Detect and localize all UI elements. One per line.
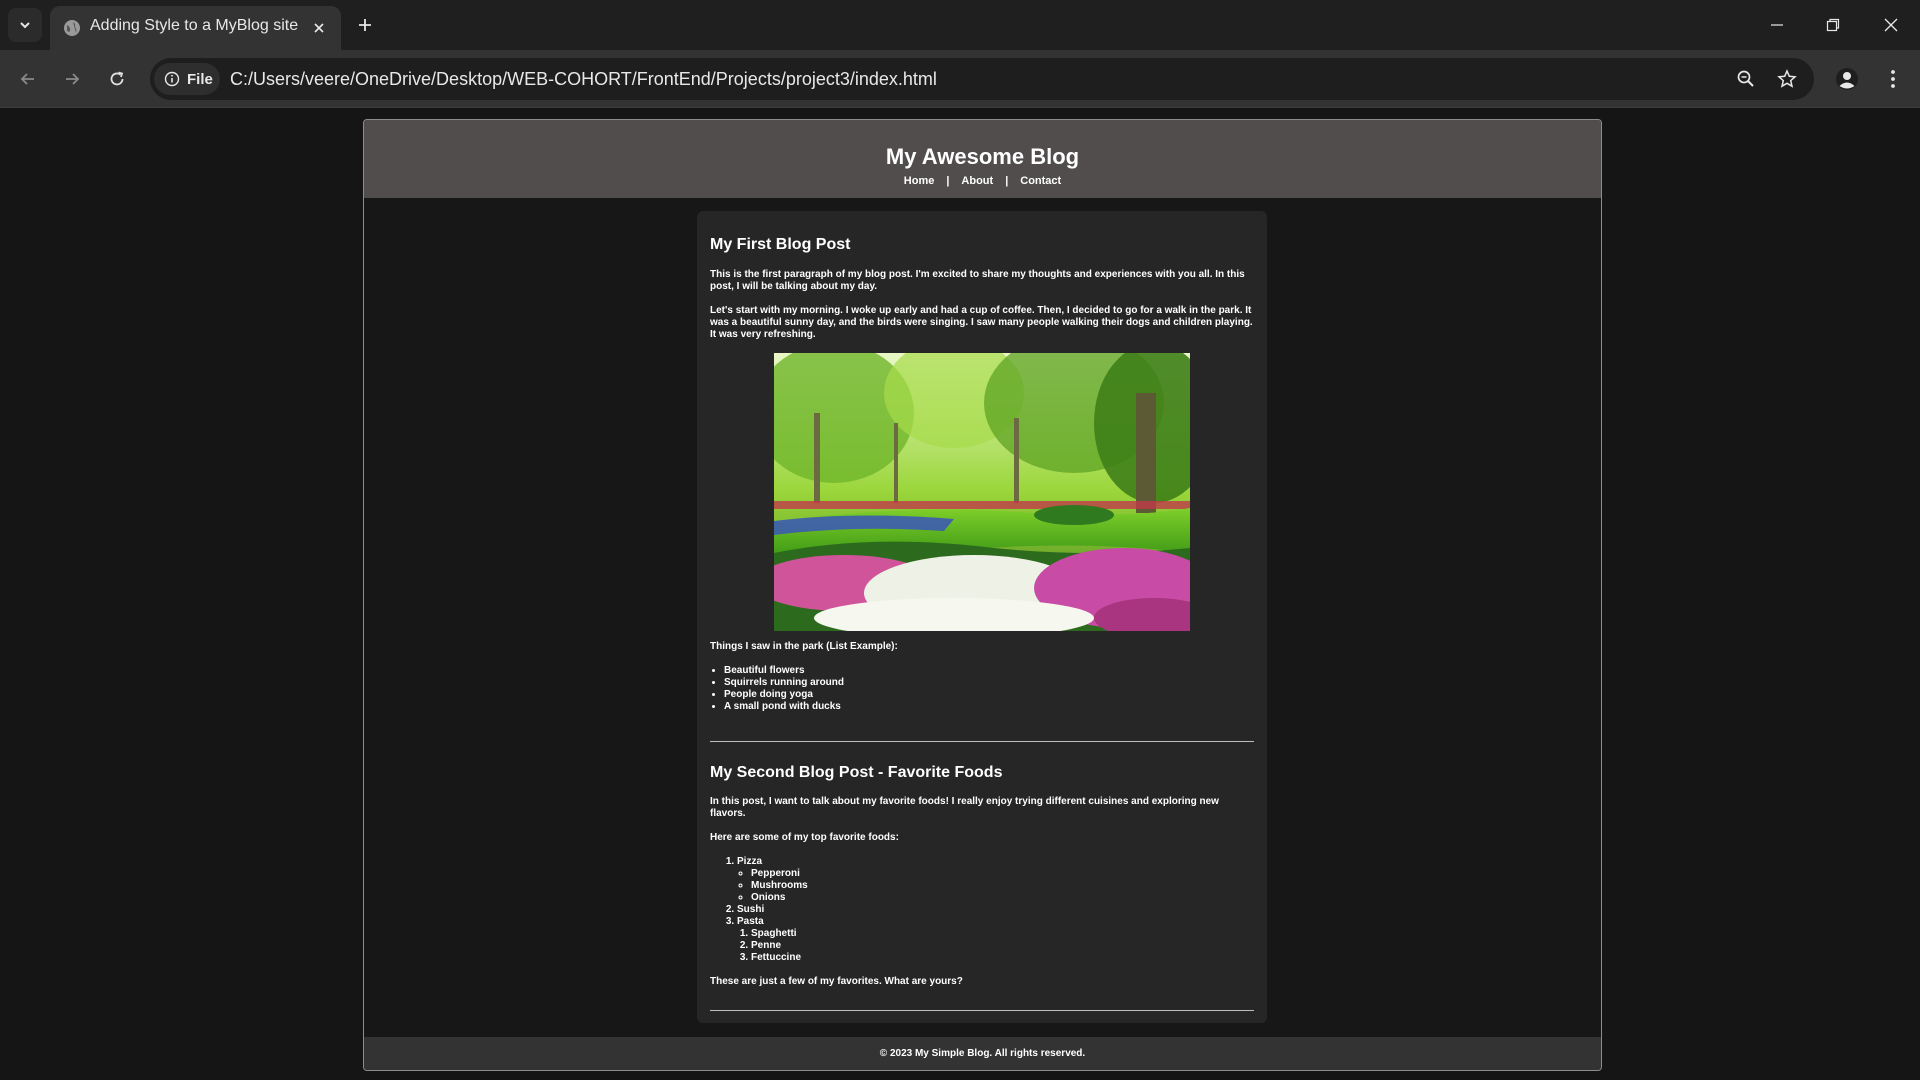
restore-button[interactable] — [1805, 0, 1861, 50]
post-closing: These are just a few of my favorites. Wh… — [710, 976, 963, 987]
list-item: Onions — [751, 892, 1254, 904]
blog-post-1: My First Blog Post This is the first par… — [710, 236, 1254, 713]
post-paragraph: Here are some of my top favorite foods: — [710, 832, 899, 843]
reload-icon — [110, 71, 124, 86]
menu-button[interactable] — [1877, 63, 1909, 95]
back-button[interactable] — [12, 63, 44, 95]
post-paragraph: Let's start with my morning. I woke up e… — [710, 305, 1253, 340]
list-item: Spaghetti — [751, 928, 1254, 940]
minimize-icon — [1771, 24, 1783, 26]
chip-label: File — [187, 70, 213, 88]
address-bar[interactable]: File C:/Users/veere/OneDrive/Desktop/WEB… — [150, 58, 1814, 100]
post-divider — [710, 1010, 1254, 1011]
reload-button[interactable] — [101, 63, 133, 95]
site-info-chip[interactable]: File — [154, 63, 220, 95]
post-paragraph: This is the first paragraph of my blog p… — [710, 269, 1245, 292]
post-divider — [710, 741, 1254, 742]
food-name: Pasta — [737, 916, 764, 927]
close-window-button[interactable] — [1863, 0, 1919, 50]
forward-button[interactable] — [56, 63, 88, 95]
blog-container: My Awesome Blog Home | About | Contact My Fi… — [363, 119, 1602, 1071]
nav-link-contact[interactable]: Contact — [1020, 175, 1061, 187]
favorite-foods-list: Pizza Pepperoni Mushrooms Onions Sushi P… — [710, 856, 1254, 964]
bookmark-button[interactable] — [1773, 65, 1801, 93]
minimize-button[interactable] — [1749, 0, 1805, 50]
list-item: People doing yoga — [724, 689, 1254, 701]
blog-post-2: My Second Blog Post - Favorite Foods In … — [710, 764, 1254, 988]
chevron-down-icon — [20, 22, 30, 29]
more-vertical-icon — [1891, 70, 1895, 88]
site-title: My Awesome Blog — [885, 144, 1080, 169]
park-image — [774, 353, 1190, 631]
list-intro: Things I saw in the park (List Example): — [710, 641, 898, 652]
globe-icon — [64, 20, 80, 36]
list-item: Pizza Pepperoni Mushrooms Onions — [737, 856, 1254, 904]
zoom-out-icon — [1737, 70, 1754, 87]
pizza-toppings-list: Pepperoni Mushrooms Onions — [737, 868, 1254, 904]
active-tab[interactable]: Adding Style to a MyBlog site — [50, 6, 341, 50]
list-item: Fettuccine — [751, 952, 1254, 964]
tab-search-button[interactable] — [8, 8, 42, 42]
new-tab-button[interactable] — [350, 10, 380, 40]
arrow-left-icon — [20, 73, 34, 85]
list-item: Squirrels running around — [724, 677, 1254, 689]
tab-title: Adding Style to a MyBlog site — [90, 17, 299, 34]
nav-link-home[interactable]: Home — [904, 175, 935, 187]
nav-separator: | — [1005, 175, 1009, 187]
list-item: Sushi — [737, 904, 1254, 916]
profile-button[interactable] — [1831, 63, 1863, 95]
list-item: Penne — [751, 940, 1254, 952]
food-name: Pizza — [737, 856, 763, 867]
list-item: Pasta Spaghetti Penne Fettuccine — [737, 916, 1254, 964]
post-title: My Second Blog Post - Favorite Foods — [710, 764, 1003, 781]
avatar-icon — [1836, 68, 1858, 90]
close-tab-button[interactable] — [307, 16, 331, 40]
url-text[interactable]: C:/Users/veere/OneDrive/Desktop/WEB-COHO… — [230, 69, 937, 90]
list-item: A small pond with ducks — [724, 701, 1254, 713]
pasta-types-list: Spaghetti Penne Fettuccine — [737, 928, 1254, 964]
arrow-right-icon — [66, 73, 80, 85]
main-content: My First Blog Post This is the first par… — [697, 211, 1267, 1023]
list-item: Beautiful flowers — [724, 665, 1254, 677]
tab-strip: Adding Style to a MyBlog site — [0, 0, 1920, 50]
site-footer: © 2023 My Simple Blog. All rights reserv… — [364, 1037, 1601, 1070]
list-item: Pepperoni — [751, 868, 1254, 880]
browser-toolbar: File C:/Users/veere/OneDrive/Desktop/WEB… — [0, 50, 1920, 108]
site-header: My Awesome Blog Home | About | Contact — [364, 120, 1601, 198]
plus-icon — [359, 19, 371, 31]
info-icon — [164, 71, 180, 87]
site-nav: Home | About | Contact — [364, 175, 1601, 187]
star-icon — [1777, 69, 1797, 88]
post-paragraph: In this post, I want to talk about my fa… — [710, 796, 1219, 819]
close-icon — [314, 23, 324, 33]
list-item: Mushrooms — [751, 880, 1254, 892]
restore-icon — [1826, 18, 1840, 32]
zoom-button[interactable] — [1732, 65, 1760, 93]
nav-link-about[interactable]: About — [961, 175, 993, 187]
park-list: Beautiful flowers Squirrels running arou… — [710, 665, 1254, 713]
food-name: Sushi — [737, 904, 765, 915]
nav-separator: | — [946, 175, 950, 187]
page-viewport: My Awesome Blog Home | About | Contact My Fi… — [0, 109, 1920, 1080]
post-title: My First Blog Post — [710, 236, 851, 253]
close-icon — [1884, 18, 1898, 32]
